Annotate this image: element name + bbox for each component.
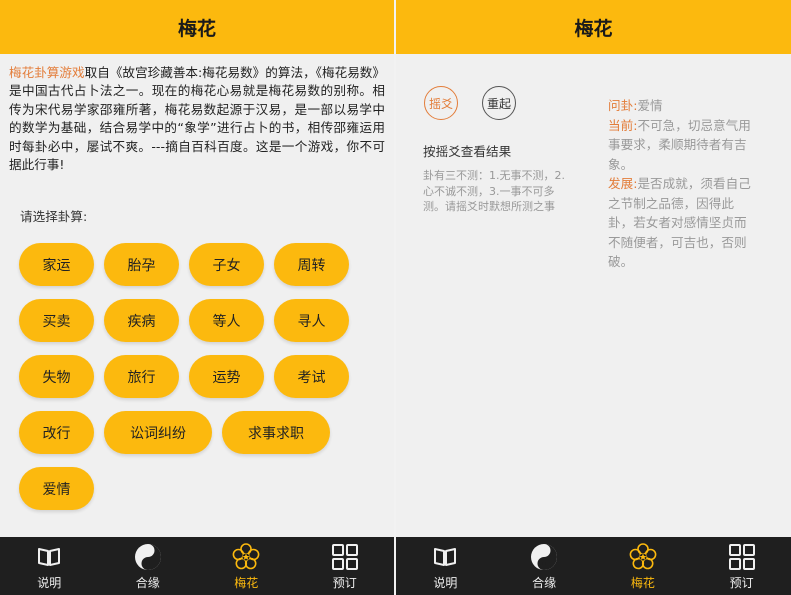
plum-blossom-icon xyxy=(629,543,657,570)
tab-booking[interactable]: 预订 xyxy=(296,537,395,595)
tab-instructions[interactable]: 说明 xyxy=(396,537,495,595)
right-screen: 梅花 摇爻 重起 按摇爻查看结果 卦有三不测：1.无事不测，2.心不诚不测，3.… xyxy=(396,0,791,595)
category-button-job-seeking[interactable]: 求事求职 xyxy=(222,411,330,454)
bottom-tabbar: 说明 合缘 梅花 预订 xyxy=(0,537,394,595)
tab-booking[interactable]: 预订 xyxy=(692,537,791,595)
book-icon xyxy=(38,548,61,566)
left-screen: 梅花 梅花卦算游戏取自《故宫珍藏善本:梅花易数》的算法，《梅花易数》是中国古代占… xyxy=(0,0,394,595)
tab-label: 说明 xyxy=(37,576,62,590)
tab-label: 合缘 xyxy=(135,576,160,590)
select-prompt: 请选择卦算: xyxy=(20,209,88,224)
tab-plum[interactable]: 梅花 xyxy=(197,537,296,595)
page-title: 梅花 xyxy=(574,17,613,40)
category-button-career-change[interactable]: 改行 xyxy=(19,411,94,454)
intro-text: 梅花卦算游戏取自《故宫珍藏善本:梅花易数》的算法，《梅花易数》是中国古代占卜法之… xyxy=(9,64,385,174)
category-button-waiting[interactable]: 等人 xyxy=(189,299,264,342)
divination-button-grid: 家运 胎孕 子女 周转 买卖 疾病 等人 寻人 失物 旅行 运势 考试 改行 讼… xyxy=(19,243,389,523)
header: 梅花 xyxy=(0,0,394,54)
tab-label: 梅花 xyxy=(630,576,655,590)
current-key: 当前: xyxy=(608,117,638,133)
question-value: 爱情 xyxy=(637,98,663,113)
plum-blossom-icon xyxy=(232,543,260,570)
header: 梅花 xyxy=(396,0,791,54)
category-button-love[interactable]: 爱情 xyxy=(19,467,94,510)
result-question: 问卦:爱情 xyxy=(608,96,758,116)
tab-label: 合缘 xyxy=(532,576,557,590)
tab-match[interactable]: 合缘 xyxy=(99,537,198,595)
tab-match[interactable]: 合缘 xyxy=(495,537,594,595)
result-current: 当前:不可急，切忌意气用事要求，柔顺期待者有吉象。 xyxy=(608,116,758,175)
button-row: 买卖 疾病 等人 寻人 xyxy=(19,299,389,342)
page-title: 梅花 xyxy=(177,17,216,40)
button-row: 家运 胎孕 子女 周转 xyxy=(19,243,389,286)
category-button-cashflow[interactable]: 周转 xyxy=(274,243,349,286)
grid-icon xyxy=(728,544,755,570)
bottom-tabbar: 说明 合缘 梅花 预订 xyxy=(396,537,791,595)
category-button-children[interactable]: 子女 xyxy=(189,243,264,286)
intro-body: 取自《故宫珍藏善本:梅花易数》的算法，《梅花易数》是中国古代占卜法之一。现在的梅… xyxy=(9,65,385,173)
category-button-travel[interactable]: 旅行 xyxy=(104,355,179,398)
tab-label: 梅花 xyxy=(234,576,259,590)
question-key: 问卦: xyxy=(608,98,638,113)
category-button-lost-item[interactable]: 失物 xyxy=(19,355,94,398)
result-development: 发展:是否成就，须看自己之节制之品德，因得此卦，若女者对感情坚贞而不随便者，可吉… xyxy=(608,174,758,272)
tab-label: 说明 xyxy=(433,576,458,590)
yin-yang-icon xyxy=(134,544,161,570)
tab-plum[interactable]: 梅花 xyxy=(594,537,693,595)
intro-highlight: 梅花卦算游戏 xyxy=(9,65,85,80)
button-row: 失物 旅行 运势 考试 xyxy=(19,355,389,398)
shake-button[interactable]: 摇爻 xyxy=(424,86,458,120)
result-panel: 问卦:爱情 当前:不可急，切忌意气用事要求，柔顺期待者有吉象。 发展:是否成就，… xyxy=(608,96,758,272)
category-button-exam[interactable]: 考试 xyxy=(274,355,349,398)
tab-label: 预订 xyxy=(729,576,754,590)
category-button-finding-person[interactable]: 寻人 xyxy=(274,299,349,342)
book-icon xyxy=(434,548,457,566)
category-button-fortune[interactable]: 运势 xyxy=(189,355,264,398)
development-key: 发展: xyxy=(608,176,638,191)
tab-instructions[interactable]: 说明 xyxy=(0,537,99,595)
reset-button[interactable]: 重起 xyxy=(482,86,516,120)
hint-text: 卦有三不测：1.无事不测，2.心不诚不测，3.一事不可多测。请摇爻时默想所测之事 xyxy=(423,169,565,214)
tab-label: 预订 xyxy=(332,576,357,590)
category-button-pregnancy[interactable]: 胎孕 xyxy=(104,243,179,286)
category-button-illness[interactable]: 疾病 xyxy=(104,299,179,342)
hint-title: 按摇爻查看结果 xyxy=(423,144,512,159)
category-button-trade[interactable]: 买卖 xyxy=(19,299,94,342)
category-button-family[interactable]: 家运 xyxy=(19,243,94,286)
grid-icon xyxy=(331,544,358,570)
category-button-lawsuit[interactable]: 讼词纠纷 xyxy=(104,411,212,454)
button-row: 改行 讼词纠纷 求事求职 xyxy=(19,411,389,454)
button-row: 爱情 xyxy=(19,467,389,510)
yin-yang-icon xyxy=(531,544,558,570)
